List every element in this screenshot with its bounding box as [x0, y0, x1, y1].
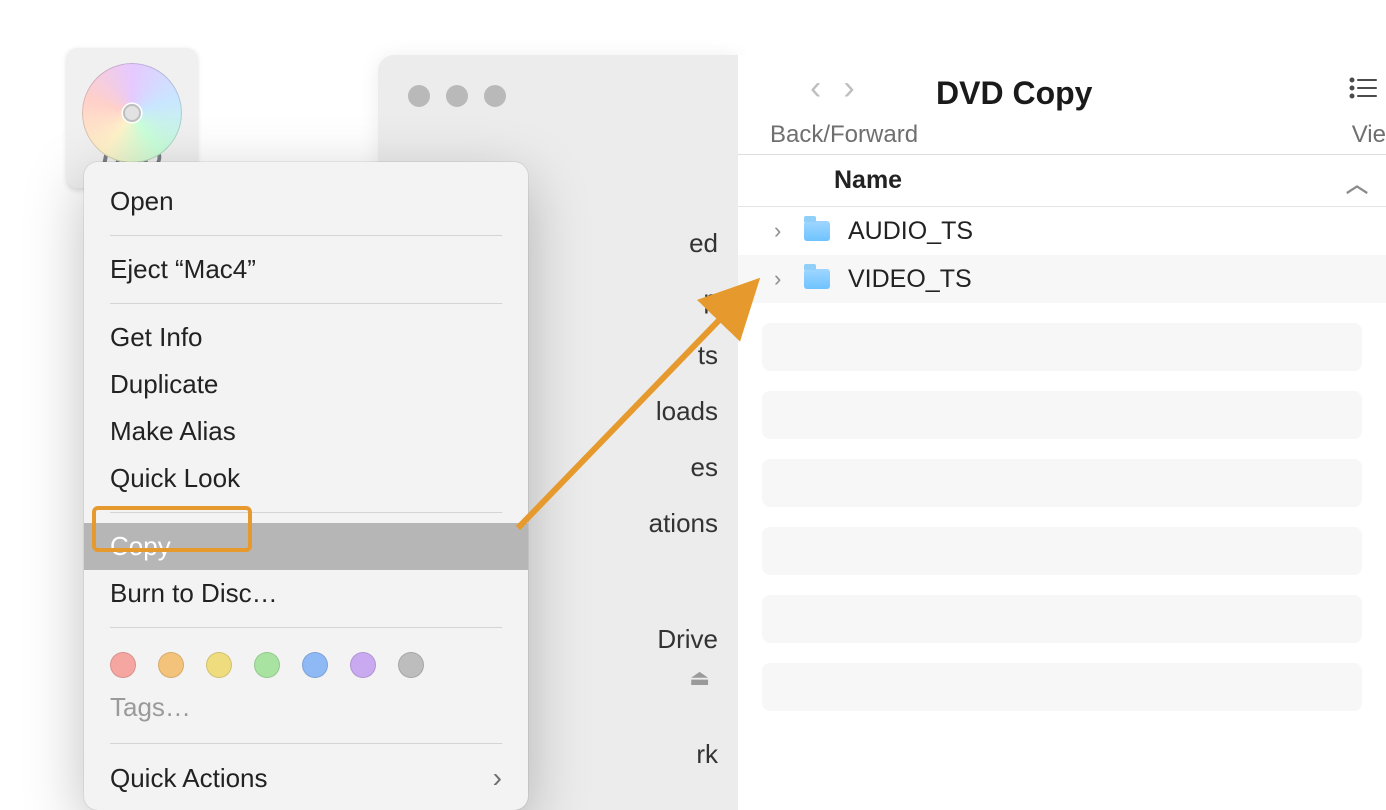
- back-button[interactable]: ‹: [810, 69, 821, 108]
- menu-separator: [110, 743, 502, 744]
- sort-caret-icon: ︿: [1346, 167, 1368, 199]
- menu-separator: [110, 303, 502, 304]
- menu-item-quick-look[interactable]: Quick Look: [84, 455, 528, 502]
- menu-item-tags[interactable]: Tags…: [84, 682, 528, 733]
- file-rows: › AUDIO_TS › VIDEO_TS: [738, 207, 1386, 711]
- disc-icon: [82, 63, 182, 163]
- blank-row: [762, 323, 1362, 371]
- menu-item-duplicate[interactable]: Duplicate: [84, 361, 528, 408]
- blank-row: [762, 595, 1362, 643]
- menu-item-copy[interactable]: Copy: [84, 523, 528, 570]
- blank-row: [762, 527, 1362, 575]
- menu-separator: [110, 512, 502, 513]
- tag-color[interactable]: [302, 652, 328, 678]
- tag-color[interactable]: [158, 652, 184, 678]
- menu-separator: [110, 235, 502, 236]
- forward-button[interactable]: ›: [843, 69, 854, 108]
- nav-back-forward: ‹ ›: [810, 69, 855, 108]
- eject-icon[interactable]: ⏏: [689, 665, 710, 691]
- tag-color[interactable]: [206, 652, 232, 678]
- window-title: DVD Copy: [936, 75, 1092, 112]
- tag-color[interactable]: [110, 652, 136, 678]
- tag-color[interactable]: [254, 652, 280, 678]
- disclosure-icon[interactable]: ›: [774, 218, 792, 244]
- menu-item-make-alias[interactable]: Make Alias: [84, 408, 528, 455]
- zoom-dot[interactable]: [484, 85, 506, 107]
- file-row[interactable]: › AUDIO_TS: [738, 207, 1386, 255]
- menu-item-eject[interactable]: Eject “Mac4”: [84, 246, 528, 293]
- folder-icon: [804, 269, 830, 289]
- file-row[interactable]: › VIDEO_TS: [738, 255, 1386, 303]
- menu-item-quick-actions[interactable]: Quick Actions ›: [84, 754, 528, 802]
- context-menu: Open Eject “Mac4” Get Info Duplicate Mak…: [84, 162, 528, 810]
- column-header-text: Name: [834, 166, 902, 195]
- file-name: VIDEO_TS: [848, 265, 972, 294]
- view-label: Vie: [1352, 121, 1386, 149]
- minimize-dot[interactable]: [446, 85, 468, 107]
- column-header-name[interactable]: Name ︿: [738, 155, 1386, 207]
- disclosure-icon[interactable]: ›: [774, 266, 792, 292]
- chevron-right-icon: ›: [493, 762, 502, 794]
- blank-row: [762, 459, 1362, 507]
- menu-separator: [110, 627, 502, 628]
- tag-color[interactable]: [350, 652, 376, 678]
- tag-color[interactable]: [398, 652, 424, 678]
- tag-color-row: [84, 638, 528, 682]
- folder-icon: [804, 221, 830, 241]
- menu-item-get-info[interactable]: Get Info: [84, 314, 528, 361]
- blank-row: [762, 391, 1362, 439]
- blank-row: [762, 663, 1362, 711]
- file-name: AUDIO_TS: [848, 217, 973, 246]
- finder-toolbar: ‹ › DVD Copy Back/Forward Vie: [738, 55, 1386, 155]
- menu-item-burn[interactable]: Burn to Disc…: [84, 570, 528, 617]
- close-dot[interactable]: [408, 85, 430, 107]
- back-forward-label: Back/Forward: [770, 121, 918, 149]
- list-view-icon[interactable]: [1348, 75, 1378, 107]
- window-traffic-lights[interactable]: [408, 85, 506, 107]
- menu-item-open[interactable]: Open: [84, 178, 528, 225]
- finder-content-pane: ‹ › DVD Copy Back/Forward Vie Name ︿ › A…: [738, 55, 1386, 810]
